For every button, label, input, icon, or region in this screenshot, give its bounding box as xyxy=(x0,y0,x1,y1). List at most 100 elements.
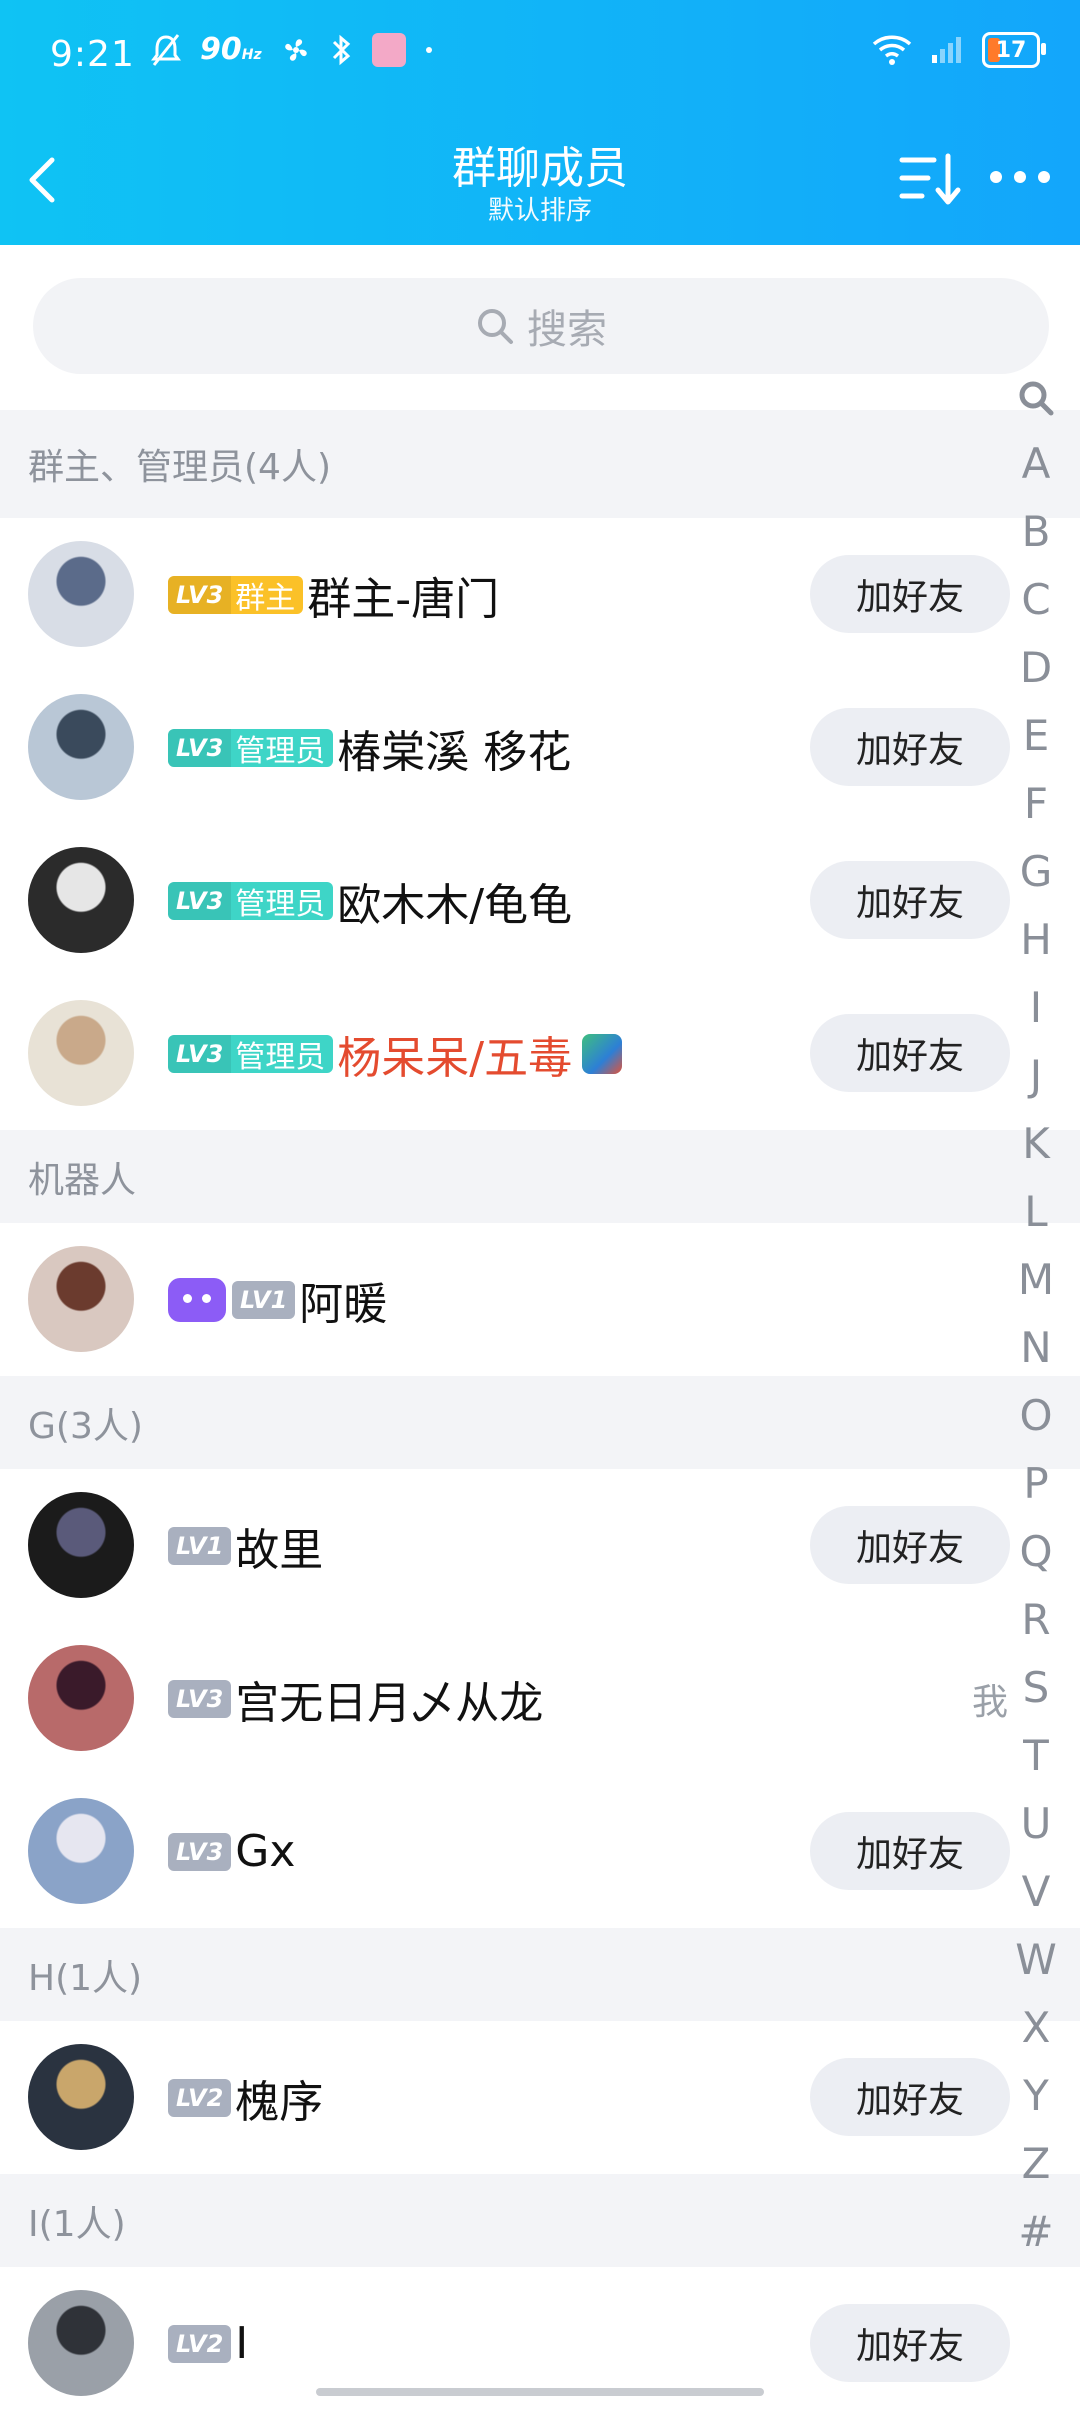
member-row[interactable]: LV3 宫无日月乄从龙 我 xyxy=(0,1622,1080,1775)
role-label: 管理员 xyxy=(235,886,326,920)
dragon-emoji-icon xyxy=(582,1033,623,1074)
level-badge: LV1 xyxy=(232,1280,296,1319)
level-badge: LV3 管理员 xyxy=(168,1034,334,1073)
alphabet-index[interactable]: A B C D E F G H I J K L M N O P Q R S T U V W X Y Z # xyxy=(1015,378,1057,2266)
battery-icon: 17 xyxy=(982,32,1046,68)
level-badge: LV3 xyxy=(168,1679,232,1718)
member-name: 欧木木/龟龟 xyxy=(337,879,573,931)
add-friend-button[interactable]: 加好友 xyxy=(810,1506,1010,1584)
search-area: 搜索 xyxy=(0,245,1080,410)
member-row[interactable]: LV3 Gx 加好友 xyxy=(0,1775,1080,1928)
member-name-box: LV1 阿暖 xyxy=(168,1223,387,1376)
index-letter[interactable]: X xyxy=(1022,1994,1051,2062)
home-indicator[interactable] xyxy=(316,2388,764,2396)
member-row[interactable]: LV3 群主 群主-唐门 加好友 xyxy=(0,518,1080,671)
index-letter[interactable]: H xyxy=(1020,906,1052,974)
index-search-icon[interactable] xyxy=(1016,378,1056,430)
index-letter[interactable]: F xyxy=(1024,770,1048,838)
level-label: LV3 xyxy=(168,1034,232,1073)
section-header: 群主、管理员(4人) xyxy=(0,410,1080,518)
add-friend-button[interactable]: 加好友 xyxy=(810,2058,1010,2136)
index-letter[interactable]: I xyxy=(1030,974,1042,1042)
level-badge: LV1 xyxy=(168,1526,232,1565)
level-label: LV3 xyxy=(176,1837,224,1866)
index-letter[interactable]: B xyxy=(1022,498,1051,566)
index-letter[interactable]: P xyxy=(1023,1450,1048,1518)
sort-icon[interactable] xyxy=(898,148,962,208)
index-letter[interactable]: O xyxy=(1019,1382,1052,1450)
index-letter[interactable]: G xyxy=(1020,838,1053,906)
avatar[interactable] xyxy=(28,2290,134,2396)
add-friend-button[interactable]: 加好友 xyxy=(810,1812,1010,1890)
level-label: LV1 xyxy=(176,1531,224,1560)
add-friend-button[interactable]: 加好友 xyxy=(810,555,1010,633)
index-letter[interactable]: U xyxy=(1021,1790,1052,1858)
role-label: 管理员 xyxy=(235,1039,326,1073)
member-name: I xyxy=(235,2318,249,2369)
add-friend-button[interactable]: 加好友 xyxy=(810,708,1010,786)
index-letter[interactable]: # xyxy=(1018,2198,1053,2266)
index-letter[interactable]: C xyxy=(1021,566,1050,634)
index-letter[interactable]: K xyxy=(1022,1110,1050,1178)
member-name-box: LV3 管理员 椿棠溪 移花 xyxy=(168,671,571,824)
level-label: LV3 xyxy=(168,728,232,767)
add-friend-button[interactable]: 加好友 xyxy=(810,1014,1010,1092)
level-badge: LV3 群主 xyxy=(168,575,304,614)
alarm-off-icon xyxy=(151,33,181,66)
member-name-box: LV3 宫无日月乄从龙 xyxy=(168,1622,543,1775)
index-letter[interactable]: A xyxy=(1022,430,1051,498)
member-name: 宫无日月乄从龙 xyxy=(235,1677,544,1729)
index-letter[interactable]: Y xyxy=(1023,2062,1049,2130)
section-header: 机器人 xyxy=(0,1130,1080,1223)
add-friend-button[interactable]: 加好友 xyxy=(810,2304,1010,2382)
avatar[interactable] xyxy=(28,1645,134,1751)
role-label: 群主 xyxy=(235,580,296,614)
app-notification-icon xyxy=(371,32,406,67)
member-row[interactable]: LV2 I 加好友 xyxy=(0,2267,1080,2420)
section-header: I(1人) xyxy=(0,2174,1080,2267)
index-letter[interactable]: M xyxy=(1018,1246,1054,1314)
index-letter[interactable]: J xyxy=(1030,1042,1042,1110)
avatar[interactable] xyxy=(28,1798,134,1904)
member-list: 群主、管理员(4人) LV3 群主 群主-唐门 加好友 LV3 管理员 椿棠溪 移花 加好友 LV… xyxy=(0,410,1080,2420)
member-row[interactable]: LV1 故里 加好友 xyxy=(0,1469,1080,1622)
avatar[interactable] xyxy=(28,694,134,800)
member-row[interactable]: LV3 管理员 杨呆呆/五毒 加好友 xyxy=(0,977,1080,1130)
more-options-icon[interactable] xyxy=(988,162,1052,192)
member-row[interactable]: LV3 管理员 欧木木/龟龟 加好友 xyxy=(0,824,1080,977)
status-left-icons: 90Hz xyxy=(150,32,434,67)
add-friend-button[interactable]: 加好友 xyxy=(810,861,1010,939)
member-name-box: LV3 管理员 杨呆呆/五毒 xyxy=(168,977,623,1130)
member-row[interactable]: LV3 管理员 椿棠溪 移花 加好友 xyxy=(0,671,1080,824)
status-time: 9:21 xyxy=(50,34,135,75)
status-bar: 9:21 90Hz 17 xyxy=(0,0,1080,110)
level-badge: LV2 xyxy=(168,2324,232,2363)
index-letter[interactable]: W xyxy=(1015,1926,1057,1994)
member-name-box: LV2 槐序 xyxy=(168,2021,323,2174)
index-letter[interactable]: S xyxy=(1023,1654,1050,1722)
index-letter[interactable]: E xyxy=(1023,702,1050,770)
index-letter[interactable]: Z xyxy=(1022,2130,1051,2198)
avatar[interactable] xyxy=(28,1492,134,1598)
member-name: 槐序 xyxy=(235,2076,324,2128)
index-letter[interactable]: N xyxy=(1020,1314,1051,1382)
level-badge: LV2 xyxy=(168,2078,232,2117)
avatar[interactable] xyxy=(28,1000,134,1106)
member-name: 阿暖 xyxy=(299,1278,388,1330)
avatar[interactable] xyxy=(28,847,134,953)
index-letter[interactable]: V xyxy=(1022,1858,1051,1926)
index-letter[interactable]: Q xyxy=(1019,1518,1052,1586)
member-row[interactable]: LV1 阿暖 xyxy=(0,1223,1080,1376)
index-letter[interactable]: R xyxy=(1021,1586,1050,1654)
index-letter[interactable]: T xyxy=(1023,1722,1049,1790)
avatar[interactable] xyxy=(28,541,134,647)
member-row[interactable]: LV2 槐序 加好友 xyxy=(0,2021,1080,2174)
index-letter[interactable]: D xyxy=(1020,634,1052,702)
bluetooth-icon xyxy=(332,34,350,65)
index-letter[interactable]: L xyxy=(1024,1178,1047,1246)
avatar[interactable] xyxy=(28,2044,134,2150)
avatar[interactable] xyxy=(28,1246,134,1352)
level-badge: LV3 管理员 xyxy=(168,728,334,767)
search-input[interactable]: 搜索 xyxy=(33,278,1049,374)
level-badge: LV3 xyxy=(168,1832,232,1871)
